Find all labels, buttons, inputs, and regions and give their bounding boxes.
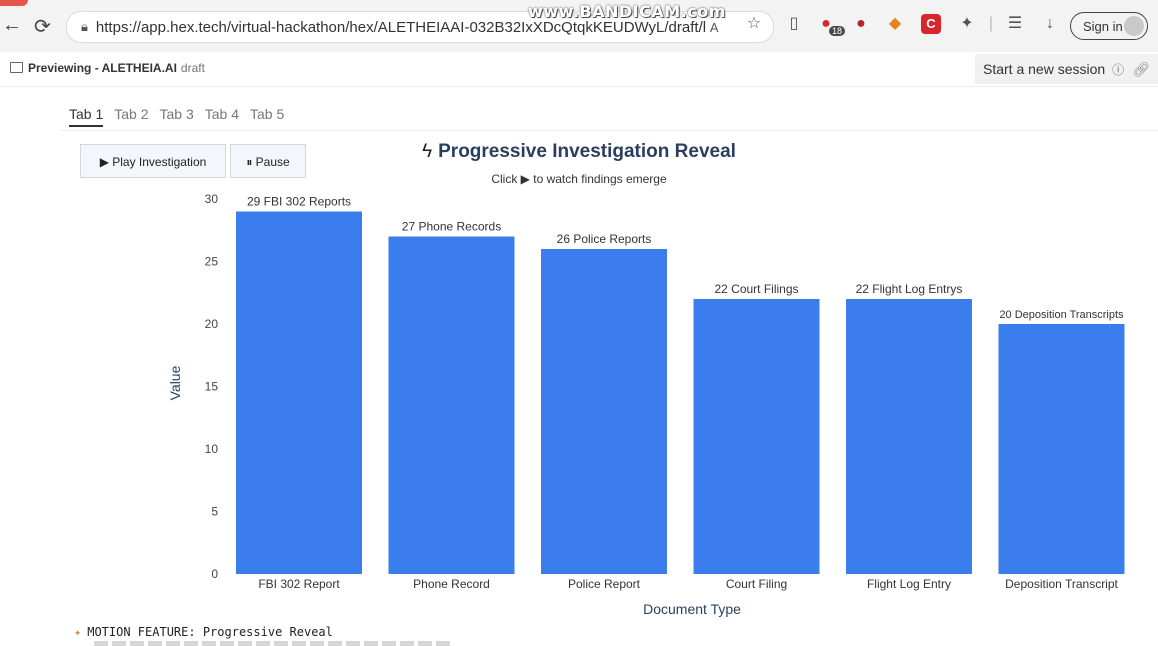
y-tick-label: 20 — [205, 317, 219, 331]
y-tick-label: 5 — [211, 505, 218, 519]
bar-chart: Value Document Type 0 5 10 15 20 25 30 FBI 302… — [167, 192, 1125, 617]
bar-value-label: 27 Phone Records — [402, 220, 501, 234]
bar-value-label: 22 Court Filings — [714, 282, 798, 296]
bar-value-labels: 29 FBI 302 Reports 27 Phone Records 26 Pol… — [247, 195, 1124, 322]
y-axis-label: Value — [167, 365, 183, 400]
bar — [998, 324, 1125, 574]
bar — [693, 299, 820, 574]
bar — [846, 299, 972, 574]
bar-value-label: 20 Deposition Transcripts — [999, 309, 1124, 321]
x-axis-label: Document Type — [643, 601, 741, 617]
y-tick-label: 25 — [205, 255, 219, 269]
x-tick-label: Phone Record — [413, 577, 490, 591]
x-tick-label: Police Report — [568, 577, 641, 591]
y-tick-label: 30 — [205, 192, 219, 206]
y-tick-label: 10 — [205, 442, 219, 456]
bar — [541, 249, 667, 574]
footer-text: MOTION FEATURE: Progressive Reveal — [87, 625, 333, 639]
y-tick-label: 15 — [205, 380, 219, 394]
x-axis-ticks: FBI 302 Report Phone Record Police Report C… — [258, 577, 1118, 591]
bars — [236, 211, 1125, 574]
x-tick-label: Court Filing — [726, 577, 787, 591]
cutoff-text-line — [94, 641, 454, 646]
bar — [388, 236, 515, 574]
y-axis-ticks: 0 5 10 15 20 25 30 — [205, 192, 219, 581]
bar — [236, 211, 362, 574]
bar-value-label: 26 Police Reports — [557, 232, 652, 246]
sparkle-icon: ✦ — [74, 625, 82, 639]
x-tick-label: Flight Log Entry — [867, 577, 951, 591]
bar-value-label: 29 FBI 302 Reports — [247, 195, 351, 209]
y-tick-label: 0 — [211, 567, 218, 581]
bar-value-label: 22 Flight Log Entrys — [856, 282, 963, 296]
footer-note: ✦ MOTION FEATURE: Progressive Reveal — [74, 625, 333, 639]
x-tick-label: Deposition Transcript — [1005, 577, 1118, 591]
x-tick-label: FBI 302 Report — [258, 577, 340, 591]
